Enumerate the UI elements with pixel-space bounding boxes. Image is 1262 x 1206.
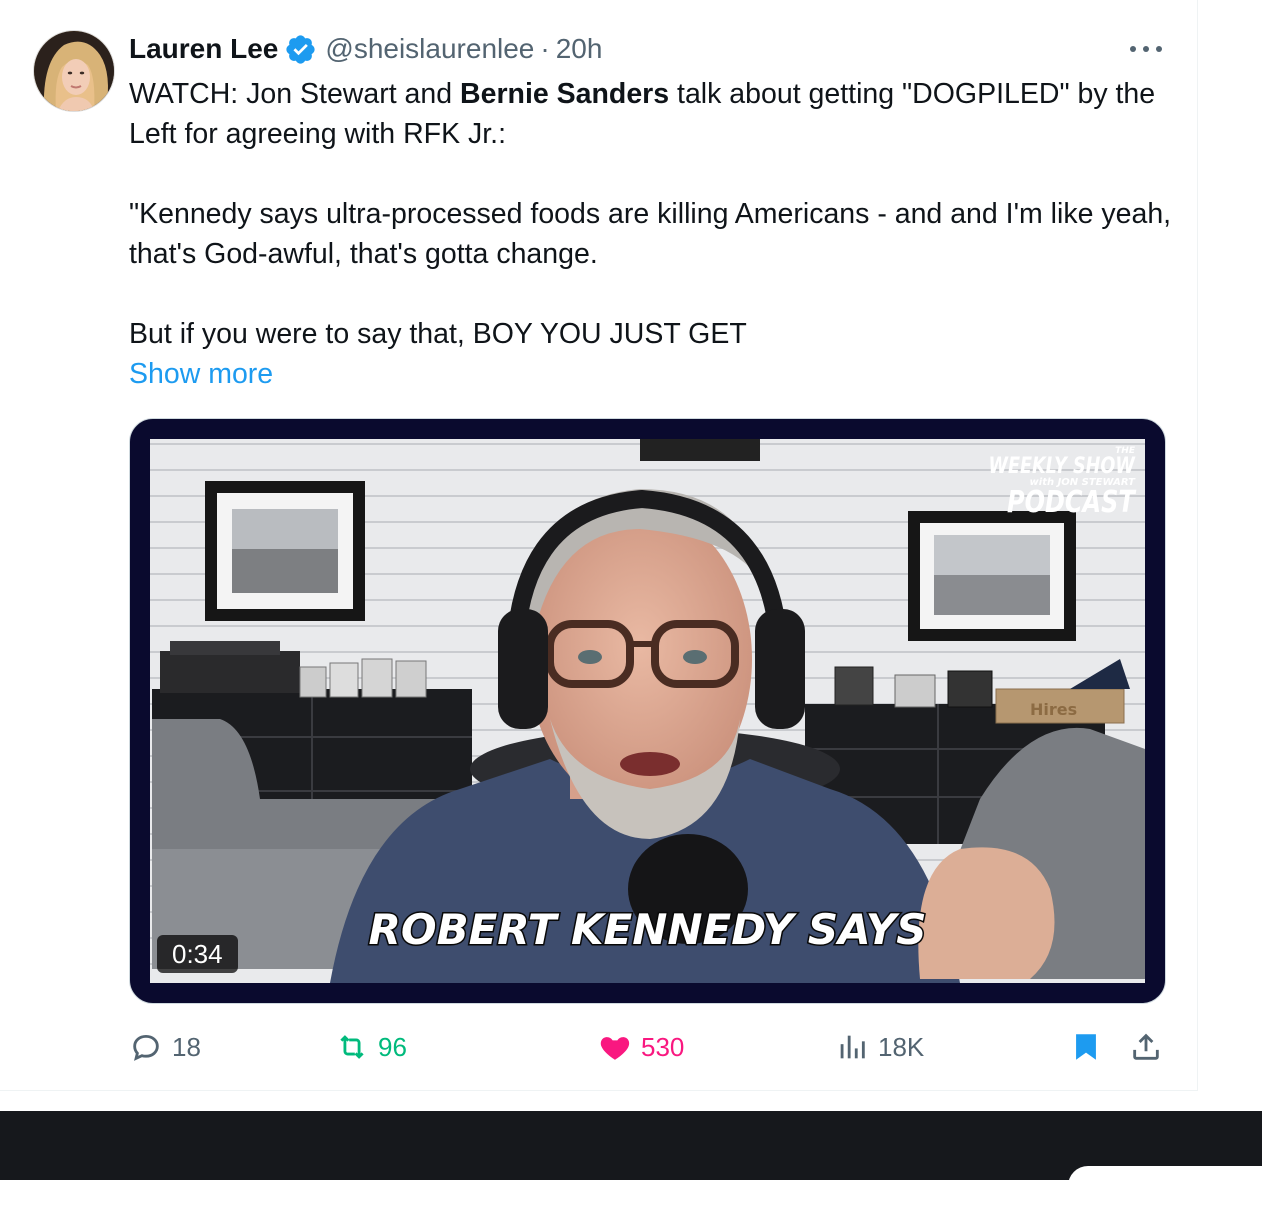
tweet-paragraph-2: "Kennedy says ultra-processed foods are … [129, 198, 1172, 270]
share-icon [1133, 1033, 1159, 1060]
reply-button[interactable]: 18 [129, 1024, 201, 1070]
verified-badge-icon [286, 34, 315, 64]
video-player[interactable]: Hires THE WEEKLY SHOW with JON STEWART P… [129, 418, 1166, 1004]
logo-title: WEEKLY SHOW [988, 454, 1135, 479]
video-caption: ROBERT KENNEDY SAYS [367, 904, 928, 956]
more-icon[interactable] [1126, 34, 1166, 64]
tweet-text: WATCH: Jon Stewart and Bernie Sanders ta… [129, 74, 1189, 394]
tweet-paragraph-3: But if you were to say that, BOY YOU JUS… [129, 318, 747, 350]
reply-count: 18 [172, 1031, 201, 1062]
tweet-paragraph-1: WATCH: Jon Stewart and Bernie Sanders ta… [129, 74, 1189, 154]
tweet-article[interactable]: Lauren Lee @sheislaurenlee · 20h WATCH: … [0, 0, 1198, 1091]
repost-button[interactable]: 96 [335, 1024, 407, 1070]
show-more-link[interactable]: Show more [129, 358, 273, 390]
views-icon [840, 1035, 865, 1059]
bookmark-icon [1076, 1034, 1096, 1060]
avatar[interactable] [33, 30, 115, 112]
bold-mention: Bernie Sanders [460, 78, 670, 110]
like-count: 530 [641, 1031, 685, 1062]
repost-icon [340, 1035, 364, 1059]
crate-label: Hires [1030, 700, 1077, 719]
bottom-bar [0, 1111, 1262, 1180]
repost-count: 96 [378, 1031, 407, 1062]
timestamp[interactable]: 20h [556, 33, 603, 65]
reply-icon [133, 1034, 159, 1061]
separator-dot: · [540, 33, 550, 64]
views-button[interactable]: 18K [835, 1024, 924, 1070]
bottom-pill[interactable] [1068, 1166, 1262, 1206]
action-bar: 18 96 530 18K [129, 1024, 1169, 1070]
author-name[interactable]: Lauren Lee [129, 33, 278, 65]
podcast-logo: THE WEEKLY SHOW with JON STEWART PODCAST [952, 447, 1135, 518]
like-button[interactable]: 530 [598, 1024, 684, 1070]
share-button[interactable] [1129, 1024, 1172, 1070]
video-duration: 0:34 [157, 935, 238, 973]
text-segment: WATCH: Jon Stewart and [129, 78, 461, 110]
author-handle[interactable]: @sheislaurenlee [325, 33, 534, 65]
like-icon [600, 1037, 630, 1060]
tweet-header: Lauren Lee @sheislaurenlee · 20h [129, 30, 602, 68]
logo-podcast: PODCAST [1007, 485, 1135, 520]
view-count: 18K [878, 1031, 925, 1062]
bookmark-button[interactable] [1069, 1024, 1112, 1070]
